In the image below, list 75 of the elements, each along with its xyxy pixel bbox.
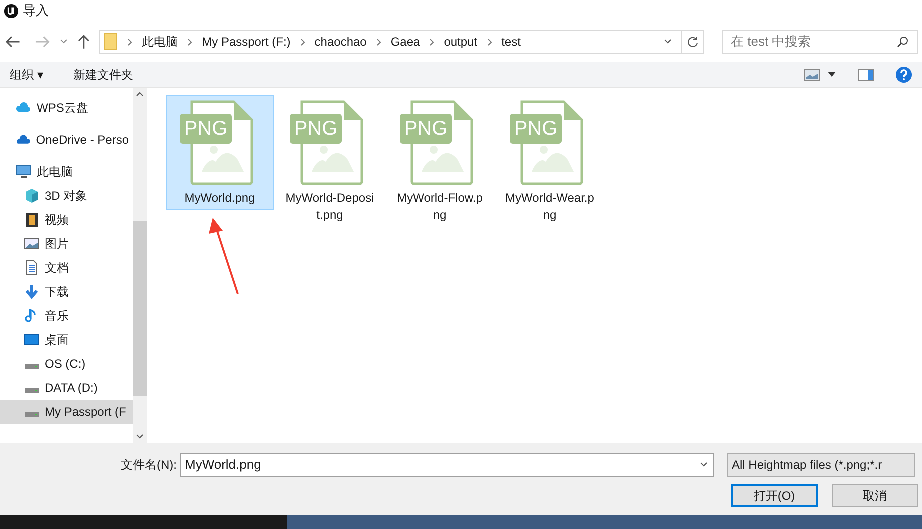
file-item[interactable]: PNG MyWorld-Flow.png (386, 95, 494, 227)
desktop-icon (24, 332, 40, 348)
file-type-badge: PNG (180, 114, 232, 144)
chevron-icon[interactable] (128, 38, 132, 46)
nav-item[interactable]: OS (C:) (0, 352, 133, 376)
file-name[interactable]: MyWorld-Wear.png (505, 190, 595, 224)
scroll-down-icon[interactable] (136, 434, 144, 439)
scroll-thumb[interactable] (133, 221, 147, 396)
chevron-icon[interactable] (430, 38, 434, 46)
breadcrumb[interactable]: chaochao (314, 33, 367, 51)
file-type-dropdown[interactable]: All Heightmap files (*.png;*.r (727, 453, 915, 477)
scroll-up-icon[interactable] (136, 92, 144, 97)
chevron-icon[interactable] (488, 38, 492, 46)
file-type-badge: PNG (290, 114, 342, 144)
search-field[interactable]: 在 test 中搜索 (722, 30, 918, 54)
file-item[interactable]: PNG MyWorld.png (166, 95, 274, 210)
back-icon[interactable] (4, 35, 22, 49)
chevron-icon[interactable] (376, 38, 381, 46)
refresh-icon[interactable] (686, 36, 698, 48)
filename-input[interactable]: MyWorld.png (185, 455, 699, 475)
drive-icon (24, 364, 40, 370)
search-icon (897, 36, 909, 48)
drive-icon (24, 412, 40, 418)
cancel-button[interactable]: 取消 (832, 484, 918, 507)
file-type-badge: PNG (400, 114, 452, 144)
new-folder-button[interactable]: 新建文件夹 (73, 66, 134, 84)
nav-item[interactable]: 图片 (0, 232, 133, 256)
nav-item[interactable]: 文档 (0, 256, 133, 280)
film-icon (24, 212, 40, 228)
dropdown-caret-icon (699, 461, 709, 469)
nav-item[interactable]: 3D 对象 (0, 184, 133, 208)
nav-item[interactable]: 音乐 (0, 304, 133, 328)
monitor-icon (16, 164, 32, 180)
app-logo-icon (4, 4, 19, 18)
up-arrow-icon[interactable] (77, 34, 92, 50)
window-title: 导入 (23, 2, 49, 20)
drive-icon (24, 388, 40, 394)
filename-label: 文件名(N): (121, 457, 177, 474)
nav-item[interactable]: 此电脑 (0, 160, 133, 184)
view-icon[interactable] (804, 68, 820, 80)
document-icon (24, 260, 40, 276)
chevron-icon[interactable] (188, 38, 192, 46)
breadcrumb[interactable]: output (444, 33, 478, 51)
dropdown-caret-icon[interactable] (663, 38, 673, 46)
breadcrumb[interactable]: Gaea (390, 33, 420, 51)
cube-icon (24, 188, 40, 204)
file-type-badge: PNG (510, 114, 562, 144)
preview-pane-icon[interactable] (858, 68, 874, 80)
file-name[interactable]: MyWorld.png (175, 190, 265, 207)
chevron-icon[interactable] (300, 38, 305, 46)
nav-item[interactable]: 桌面 (0, 328, 133, 352)
folder-icon (104, 33, 118, 51)
address-bar[interactable]: 此电脑 My Passport (F:) chaochao Gaea output test (99, 30, 704, 54)
nav-item[interactable]: DATA (D:) (0, 376, 133, 400)
search-input[interactable]: 在 test 中搜索 (731, 32, 897, 52)
file-name[interactable]: MyWorld-Flow.png (395, 190, 485, 224)
help-icon[interactable] (896, 66, 912, 82)
breadcrumb[interactable]: My Passport (F:) (202, 33, 291, 51)
nav-item[interactable]: My Passport (F (0, 400, 133, 424)
download-icon (24, 284, 40, 300)
file-item[interactable]: PNG MyWorld-Wear.png (496, 95, 604, 227)
breadcrumb[interactable]: 此电脑 (142, 33, 178, 51)
breadcrumb[interactable]: test (502, 33, 521, 51)
nav-item[interactable]: WPS云盘 (0, 96, 133, 120)
picture-icon (24, 236, 40, 252)
file-item[interactable]: PNG MyWorld-Deposit.png (276, 95, 384, 227)
filename-field[interactable]: MyWorld.png (180, 453, 714, 477)
nav-item[interactable]: OneDrive - Perso (0, 128, 133, 152)
nav-item[interactable]: 下载 (0, 280, 133, 304)
file-name[interactable]: MyWorld-Deposit.png (285, 190, 375, 224)
organize-menu[interactable]: 组织 ▾ (10, 66, 44, 84)
scrollbar[interactable] (133, 88, 147, 443)
open-button[interactable]: 打开(O) (731, 484, 818, 507)
dropdown-caret-icon[interactable] (828, 72, 836, 77)
nav-item[interactable]: 视频 (0, 208, 133, 232)
